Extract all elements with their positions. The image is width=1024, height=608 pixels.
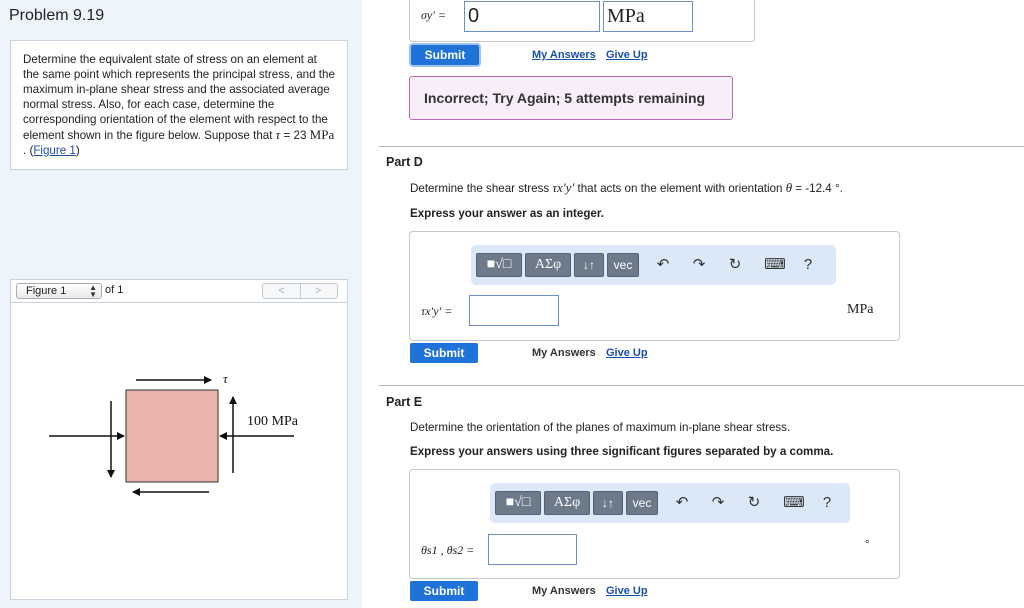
figure-select[interactable]: Figure 1 ▲ ▼ bbox=[16, 283, 102, 299]
figure-prev-button[interactable]: < bbox=[263, 284, 301, 298]
part-d-question: Determine the shear stress τx′y′ that ac… bbox=[410, 180, 843, 196]
vec-button[interactable]: vec bbox=[607, 253, 639, 277]
part-d-question-post: = -12.4 °. bbox=[792, 182, 843, 195]
stress-element bbox=[125, 389, 219, 483]
sigma-y-input-value: 0 bbox=[468, 5, 480, 27]
subscript-button[interactable]: ↓↑ bbox=[593, 491, 623, 515]
part-e-answer-box: ■√□ ΑΣφ ↓↑ vec ↶ ↷ ↻ ⌨ ? θs1 , θs2 = ° bbox=[409, 469, 900, 579]
problem-title: Problem 9.19 bbox=[9, 7, 105, 24]
templates-button[interactable]: ■√□ bbox=[476, 253, 522, 277]
sigma-y-input[interactable]: 0 bbox=[464, 1, 600, 32]
part-c-give-up-link[interactable]: Give Up bbox=[606, 49, 648, 61]
part-e-math-toolbar: ■√□ ΑΣφ ↓↑ vec ↶ ↷ ↻ ⌨ ? bbox=[490, 483, 850, 523]
figure-count: of 1 bbox=[105, 284, 124, 296]
help-button[interactable]: ? bbox=[817, 492, 837, 514]
part-c-answer-box: σy′ = 0 MPa bbox=[409, 0, 755, 42]
stress-element-figure: τ 100 MPa bbox=[49, 371, 299, 496]
part-e-title: Part E bbox=[386, 395, 423, 409]
figure-link[interactable]: Figure 1 bbox=[33, 144, 76, 157]
updown-icon: ▲ ▼ bbox=[89, 283, 97, 299]
stress-label: 100 MPa bbox=[247, 414, 299, 429]
figure-toolbar: Figure 1 ▲ ▼ of 1 < > bbox=[10, 279, 348, 303]
part-c-my-answers-link[interactable]: My Answers bbox=[532, 49, 596, 61]
part-d-submit-button[interactable]: Submit bbox=[410, 343, 478, 363]
vec-button[interactable]: vec bbox=[626, 491, 658, 515]
sigma-y-label: σy′ = bbox=[421, 8, 446, 22]
part-d-title: Part D bbox=[386, 155, 423, 169]
part-d-unit: MPa bbox=[847, 302, 874, 317]
subscript-button[interactable]: ↓↑ bbox=[574, 253, 604, 277]
part-e-answer-input[interactable] bbox=[488, 534, 577, 565]
tau-xy-symbol: τx′y′ bbox=[552, 180, 575, 195]
tau-unit: MPa bbox=[309, 127, 335, 142]
answer-panel: σy′ = 0 MPa Submit My Answers Give Up In… bbox=[362, 0, 1024, 608]
part-d-answer-input[interactable] bbox=[469, 295, 559, 326]
figure-area: τ 100 MPa bbox=[10, 303, 348, 600]
feedback-incorrect: Incorrect; Try Again; 5 attempts remaini… bbox=[409, 76, 733, 120]
close-paren: ) bbox=[75, 144, 80, 157]
part-e-question: Determine the orientation of the planes … bbox=[410, 421, 791, 434]
tau-dot: . ( bbox=[23, 144, 34, 157]
reset-icon[interactable]: ↻ bbox=[725, 254, 745, 276]
keyboard-icon[interactable]: ⌨ bbox=[782, 492, 806, 514]
figure-select-value: Figure 1 bbox=[26, 285, 67, 297]
tau-equals: = 23 bbox=[280, 129, 310, 142]
part-d-instruction: Express your answer as an integer. bbox=[410, 207, 604, 220]
part-d-divider bbox=[379, 146, 1024, 147]
problem-statement: Determine the equivalent state of stress… bbox=[10, 40, 348, 170]
redo-icon[interactable]: ↷ bbox=[689, 254, 709, 276]
keyboard-icon[interactable]: ⌨ bbox=[763, 254, 787, 276]
part-d-question-pre: Determine the shear stress bbox=[410, 182, 553, 195]
greek-button[interactable]: ΑΣφ bbox=[525, 253, 571, 277]
part-e-instruction: Express your answers using three signifi… bbox=[410, 445, 834, 458]
greek-button[interactable]: ΑΣφ bbox=[544, 491, 590, 515]
part-e-my-answers: My Answers bbox=[532, 585, 596, 597]
sigma-y-unit-value: MPa bbox=[607, 5, 645, 27]
part-e-var-label: θs1 , θs2 = bbox=[421, 543, 475, 557]
part-e-unit: ° bbox=[865, 538, 870, 550]
sigma-y-unit-input[interactable]: MPa bbox=[603, 1, 693, 32]
figure-next-button[interactable]: > bbox=[299, 284, 337, 298]
templates-button[interactable]: ■√□ bbox=[495, 491, 541, 515]
part-d-math-toolbar: ■√□ ΑΣφ ↓↑ vec ↶ ↷ ↻ ⌨ ? bbox=[471, 245, 836, 285]
part-e-divider bbox=[379, 385, 1024, 386]
redo-icon[interactable]: ↷ bbox=[708, 492, 728, 514]
part-d-my-answers: My Answers bbox=[532, 347, 596, 359]
part-d-var-label: τx′y′ = bbox=[421, 304, 453, 318]
figure-nav: < > bbox=[262, 283, 338, 299]
part-e-submit-button[interactable]: Submit bbox=[410, 581, 478, 601]
help-button[interactable]: ? bbox=[798, 254, 818, 276]
part-d-question-mid: that acts on the element with orientatio… bbox=[574, 182, 786, 195]
part-c-submit-button[interactable]: Submit bbox=[411, 45, 479, 65]
tau-label: τ bbox=[223, 371, 229, 386]
part-d-give-up-link[interactable]: Give Up bbox=[606, 347, 648, 359]
part-e-give-up-link[interactable]: Give Up bbox=[606, 585, 648, 597]
part-d-answer-box: ■√□ ΑΣφ ↓↑ vec ↶ ↷ ↻ ⌨ ? τx′y′ = MPa bbox=[409, 231, 900, 341]
undo-icon[interactable]: ↶ bbox=[672, 492, 692, 514]
reset-icon[interactable]: ↻ bbox=[744, 492, 764, 514]
problem-panel: Problem 9.19 Determine the equivalent st… bbox=[0, 0, 362, 608]
undo-icon[interactable]: ↶ bbox=[653, 254, 673, 276]
